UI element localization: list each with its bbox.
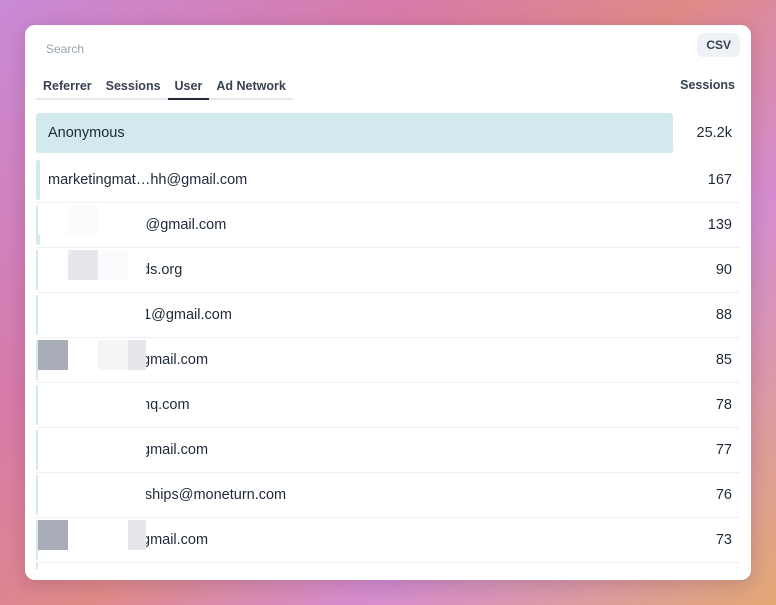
tab-user[interactable]: User [167,78,210,100]
tab-ad-network[interactable]: Ad Network [209,78,292,98]
row-value: 77 [715,442,732,458]
row-value: 85 [715,352,732,368]
user-sessions-panel: CSV Referrer Sessions User Ad Network Se… [25,25,751,580]
redaction-block [128,520,146,550]
row-label: gmail.com [142,532,209,548]
redaction-block [98,340,128,370]
row-bar [36,160,40,200]
redaction-block [38,295,146,325]
row-label: Anonymous [48,125,125,141]
row-value: 139 [707,217,732,233]
row-label: ds.org [142,262,183,278]
row-value: 73 [715,532,732,548]
next-row-bar [36,563,38,569]
table-row[interactable]: marketingmat…hh@gmail.com 167 [36,158,740,203]
redaction-block [68,340,98,370]
redaction-block [128,340,146,370]
row-value: 167 [707,172,732,188]
redaction-block [38,385,146,415]
row-label: marketingmat…hh@gmail.com [48,172,248,188]
row-value: 76 [715,487,732,503]
row-value: 88 [715,307,732,323]
search-input[interactable] [44,39,348,59]
tab-sessions[interactable]: Sessions [99,78,168,98]
row-label: gmail.com [142,352,209,368]
redaction-block [38,340,68,370]
row-value: 90 [715,262,732,278]
redaction-block [38,430,146,460]
row-value: 25.2k [696,125,732,141]
row-label: 31@gmail.com [135,307,232,323]
sessions-column-header: Sessions [680,78,735,92]
redaction-block [68,520,128,550]
row-label: gmail.com [142,442,209,458]
redaction-block [68,250,98,280]
row-value: 78 [715,397,732,413]
row-bar [36,113,673,153]
redaction-block [38,475,146,505]
tab-referrer[interactable]: Referrer [36,78,99,98]
table-row[interactable]: Anonymous 25.2k [36,113,740,153]
csv-export-button[interactable]: CSV [697,33,740,57]
row-label: erships@moneturn.com [132,487,287,503]
redaction-block [98,250,128,280]
row-label: hq.com [142,397,190,413]
redaction-block [68,205,98,235]
redaction-block [38,520,68,550]
tab-bar: Referrer Sessions User Ad Network [36,78,293,100]
